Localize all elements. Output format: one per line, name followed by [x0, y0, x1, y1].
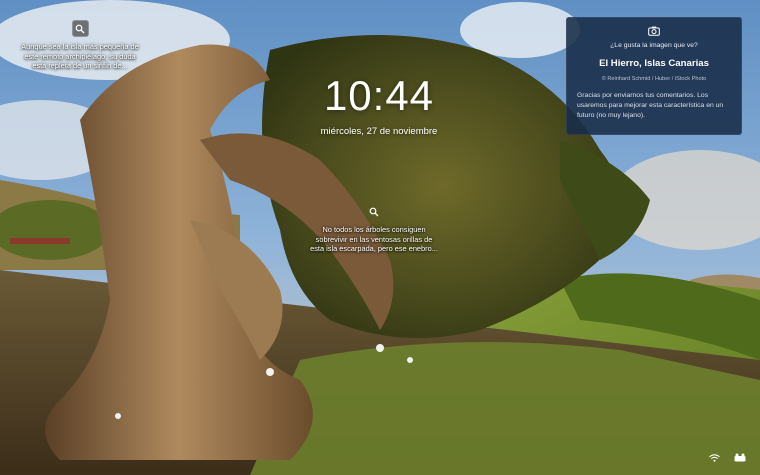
search-icon[interactable]	[71, 20, 89, 37]
lockscreen-clock: 10:44 miércoles, 27 de noviembre	[300, 72, 458, 137]
place-title[interactable]: El Hierro, Islas Canarias	[577, 58, 731, 69]
accessibility-icon[interactable]	[734, 453, 746, 462]
clock-time: 10:44	[323, 72, 435, 119]
feedback-thanks: Gracias por enviarnos tus comentarios. L…	[577, 92, 724, 119]
wifi-icon[interactable]	[709, 453, 720, 462]
system-tray	[709, 453, 746, 462]
hotspot-tip-2[interactable]: No todos los árboles consiguen sobrevivi…	[310, 203, 438, 254]
photo-credit: © Reinhard Schmid / Huber / iStock Photo	[601, 76, 707, 82]
hotspot-tip-1[interactable]: Aunque sea la isla más pequeña de este r…	[20, 20, 140, 71]
camera-icon[interactable]	[577, 26, 731, 36]
hotspot-1-text: Aunque sea la isla más pequeña de este r…	[21, 42, 139, 71]
feedback-question: ¿Le gusta la imagen que ve?	[610, 42, 698, 49]
clock-date: miércoles, 27 de noviembre	[320, 126, 438, 137]
search-icon[interactable]	[366, 203, 383, 220]
spotlight-info-card[interactable]: ¿Le gusta la imagen que ve? El Hierro, I…	[566, 17, 742, 135]
hotspot-2-text: No todos los árboles consiguen sobrevivi…	[310, 225, 438, 254]
